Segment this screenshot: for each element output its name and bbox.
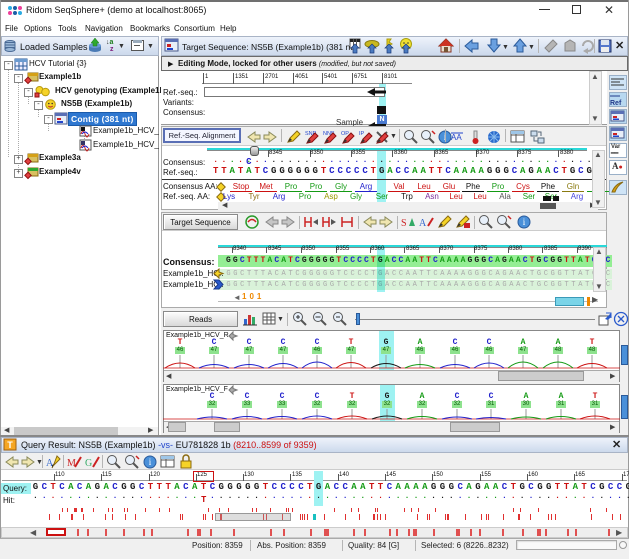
svg-text:G: G bbox=[85, 458, 92, 469]
svg-text:S: S bbox=[401, 218, 407, 229]
svg-text:T: T bbox=[7, 440, 13, 450]
svg-text:A: A bbox=[419, 218, 427, 229]
svg-text:AA: AA bbox=[451, 133, 462, 142]
svg-text:IP: IP bbox=[359, 131, 365, 137]
svg-text:M: M bbox=[67, 458, 76, 469]
